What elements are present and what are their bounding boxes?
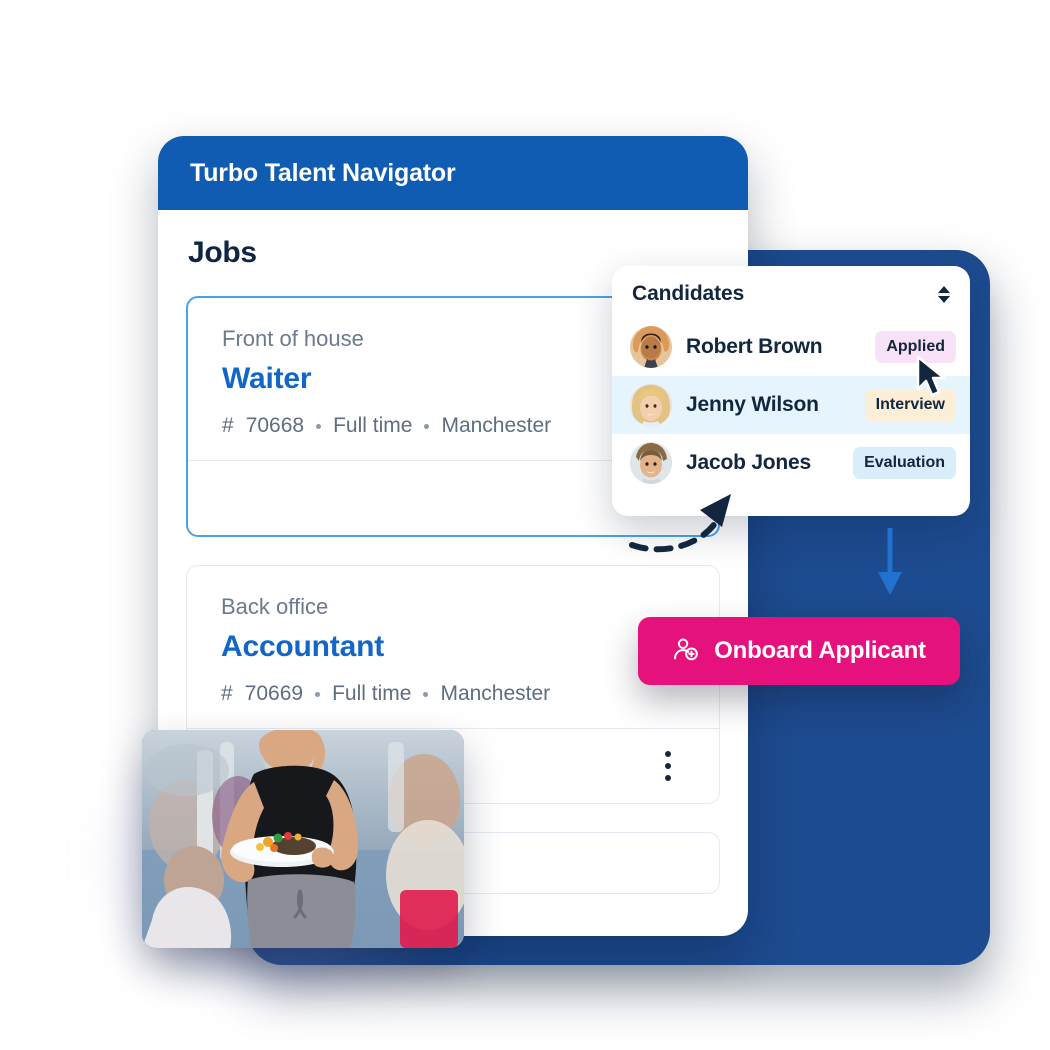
- waiter-photo-card: [142, 730, 464, 948]
- onboard-applicant-label: Onboard Applicant: [714, 637, 926, 664]
- kebab-menu-icon[interactable]: [665, 751, 671, 781]
- app-header: Turbo Talent Navigator: [158, 136, 748, 210]
- job-location: Manchester: [440, 682, 551, 705]
- job-id: 70669: [244, 682, 304, 705]
- candidate-name: Jacob Jones: [686, 451, 812, 474]
- status-badge-evaluation: Evaluation: [853, 447, 956, 479]
- job-employment-type: Full time: [332, 682, 412, 705]
- person-add-icon: [672, 635, 700, 668]
- separator-dot: [424, 423, 430, 429]
- avatar-robert-brown: [630, 326, 672, 368]
- job-employment-type: Full time: [333, 414, 413, 437]
- job-location: Manchester: [441, 414, 552, 437]
- separator-dot: [423, 691, 429, 697]
- avatar-jenny-wilson: [630, 384, 672, 426]
- job-department: Back office: [221, 594, 329, 619]
- sort-updown-icon[interactable]: [938, 285, 950, 303]
- page-title: Jobs: [188, 236, 257, 269]
- candidate-row-jacob-jones[interactable]: Jacob Jones Evaluation: [612, 434, 970, 492]
- job-id-hash: #: [222, 414, 234, 437]
- mouse-pointer-cursor: [916, 355, 946, 397]
- candidate-name: Robert Brown: [686, 335, 823, 358]
- candidate-name: Jenny Wilson: [686, 393, 819, 416]
- app-title: Turbo Talent Navigator: [190, 158, 456, 187]
- separator-dot: [316, 423, 322, 429]
- job-id-hash: #: [221, 682, 233, 705]
- onboard-applicant-button[interactable]: Onboard Applicant: [638, 617, 960, 685]
- candidates-title: Candidates: [632, 282, 745, 305]
- job-title[interactable]: Accountant: [221, 630, 685, 664]
- separator-dot: [315, 691, 321, 697]
- job-meta: # 70669 Full time Manchester: [221, 682, 685, 706]
- screenshot-stage: Turbo Talent Navigator Jobs Front of hou…: [0, 0, 1050, 1050]
- candidates-header: Candidates: [612, 282, 970, 306]
- avatar-jacob-jones: [630, 442, 672, 484]
- job-id: 70668: [245, 414, 305, 437]
